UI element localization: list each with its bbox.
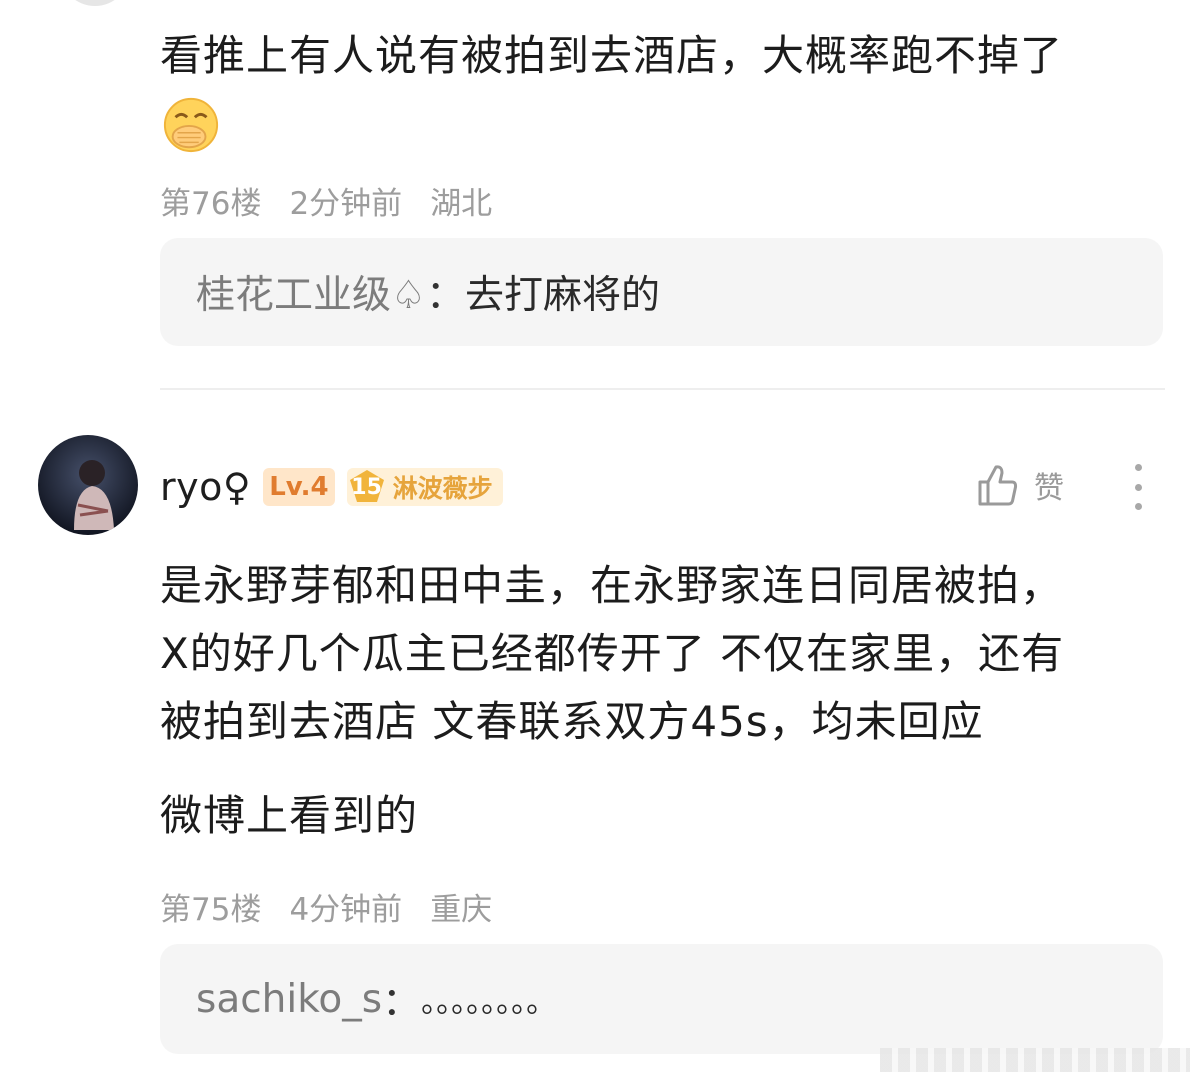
covering-mouth-emoji-icon [163,97,219,153]
floor-number: 第75楼 [160,892,262,928]
reply-text: 。。。。。。。。 [421,985,557,1020]
avatar[interactable] [38,435,138,535]
like-button[interactable]: 赞 [976,462,1064,508]
reply-preview-75[interactable]: sachiko_s ： 。。。。。。。。 [160,944,1163,1054]
comment-76-text: 看推上有人说有被拍到去酒店，大概率跑不掉了 [160,31,1064,80]
comment-76-meta: 第76楼 2分钟前 湖北 [160,178,492,223]
bottom-fade-bar [880,1048,1190,1072]
reply-separator: ： [382,980,422,1025]
comment-75-user-row: ryo♀ Lv.4 15 淋波薇步 [160,462,503,512]
post-time: 2分钟前 [289,186,403,222]
comment-line: 是永野芽郁和田中圭，在永野家连日同居被拍， [160,561,1064,610]
ip-location: 湖北 [430,186,493,222]
like-label: 赞 [1034,471,1064,506]
fan-badge[interactable]: 15 淋波薇步 [346,468,503,506]
fan-badge-name: 淋波薇步 [392,474,493,503]
username[interactable]: ryo♀ [160,465,251,509]
previous-avatar-edge [60,0,130,6]
ip-location: 重庆 [430,892,493,928]
reply-separator: ： [425,273,465,318]
fan-level-icon: 15 [347,468,387,506]
reply-text: 去打麻将的 [464,273,660,318]
floor-number: 第76楼 [160,186,262,222]
reply-username[interactable]: 桂花工业级♤ [196,264,426,320]
reply-username[interactable]: sachiko_s [196,977,382,1022]
more-options-icon[interactable] [1130,464,1146,510]
thumbs-up-icon [978,465,1018,506]
level-badge: Lv.4 [263,468,335,506]
comment-line: 被拍到去酒店 文春联系双方45s，均未回应 [160,697,984,746]
comment-line: 微博上看到的 [160,791,419,840]
comment-75-text: 是永野芽郁和田中圭，在永野家连日同居被拍， X的好几个瓜主已经都传开了 不仅在家… [160,552,1160,850]
fan-level-number: 15 [351,474,382,500]
reply-preview-76[interactable]: 桂花工业级♤ ： 去打麻将的 [160,238,1163,346]
comment-divider [160,388,1165,390]
comment-line: X的好几个瓜主已经都传开了 不仅在家里，还有 [160,629,1065,678]
comment-75-meta: 第75楼 4分钟前 重庆 [160,884,492,929]
post-time: 4分钟前 [289,892,403,928]
